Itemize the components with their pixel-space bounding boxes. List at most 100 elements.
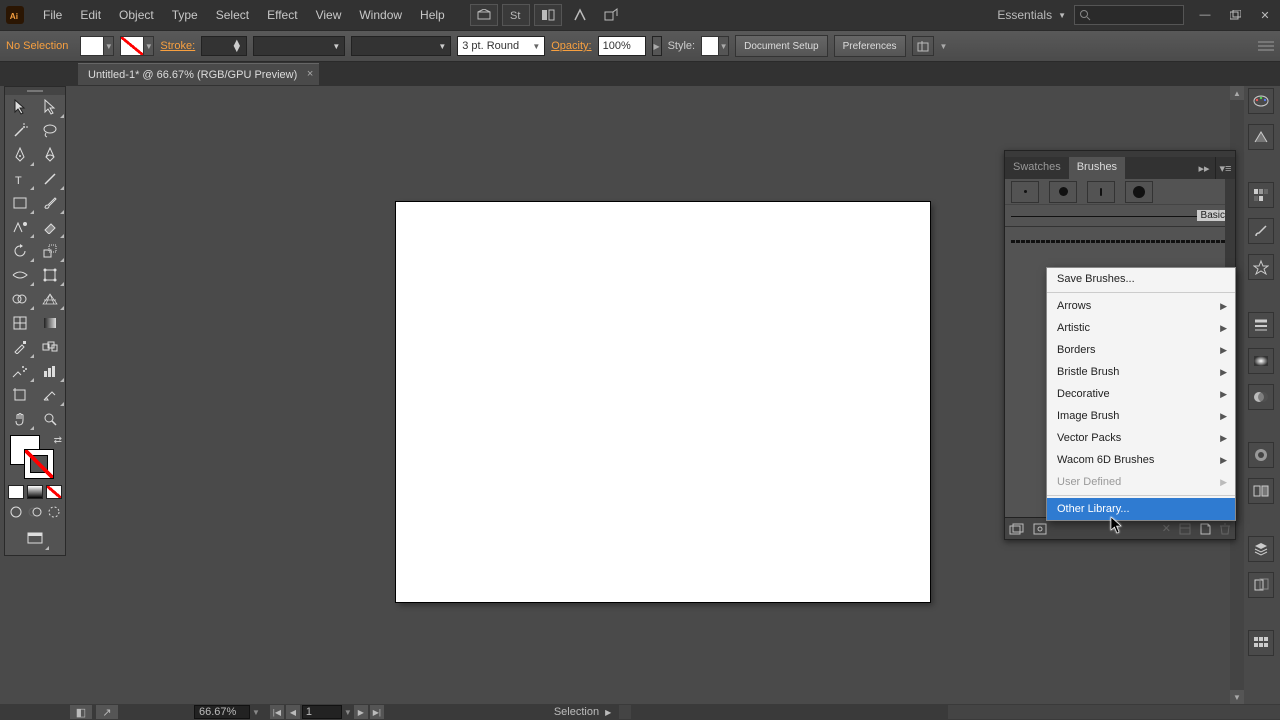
- horizontal-scrollbar[interactable]: [948, 705, 1268, 719]
- brush-basic-row[interactable]: Basic: [1005, 205, 1235, 227]
- workspace-switcher[interactable]: Essentials ▼: [997, 8, 1066, 22]
- swatches-panel-icon[interactable]: [1248, 182, 1274, 208]
- minimize-button[interactable]: —: [1190, 4, 1220, 26]
- rotate-tool[interactable]: [5, 239, 35, 263]
- draw-inside-icon[interactable]: [45, 503, 63, 521]
- flyout-other-library[interactable]: Other Library...: [1047, 498, 1235, 520]
- document-setup-button[interactable]: Document Setup: [735, 35, 828, 57]
- slice-tool[interactable]: [35, 383, 65, 407]
- tab-swatches[interactable]: Swatches: [1005, 157, 1069, 179]
- brush-definition[interactable]: ▼: [351, 36, 451, 56]
- menu-view[interactable]: View: [307, 4, 351, 26]
- direct-selection-tool[interactable]: [35, 95, 65, 119]
- color-mode-gradient[interactable]: [27, 485, 43, 499]
- artboard-dropdown-icon[interactable]: ▼: [344, 708, 352, 717]
- opacity-dropdown[interactable]: ▶: [652, 36, 662, 56]
- document-tab[interactable]: Untitled-1* @ 66.67% (RGB/GPU Preview) ×: [78, 63, 319, 85]
- selection-tool[interactable]: [5, 95, 35, 119]
- perspective-grid-tool[interactable]: [35, 287, 65, 311]
- flyout-artistic[interactable]: Artistic▶: [1047, 317, 1235, 339]
- libraries-panel-link-icon[interactable]: [1033, 523, 1047, 535]
- var-width-profile[interactable]: ▼: [253, 36, 345, 56]
- stroke-weight-input[interactable]: ▲▼: [201, 36, 247, 56]
- shaper-tool[interactable]: [5, 215, 35, 239]
- flyout-bristle-brush[interactable]: Bristle Brush▶: [1047, 361, 1235, 383]
- toolbox-grip[interactable]: [5, 87, 65, 95]
- menu-effect[interactable]: Effect: [258, 4, 306, 26]
- flyout-borders[interactable]: Borders▶: [1047, 339, 1235, 361]
- zoom-tool[interactable]: [35, 407, 65, 431]
- search-input[interactable]: [1074, 5, 1184, 25]
- status-export-icon[interactable]: ↗: [96, 705, 118, 719]
- rectangle-tool[interactable]: [5, 191, 35, 215]
- flyout-image-brush[interactable]: Image Brush▶: [1047, 405, 1235, 427]
- layers-panel-icon[interactable]: [1248, 536, 1274, 562]
- status-first-icon[interactable]: ◧: [70, 705, 92, 719]
- gradient-panel-icon[interactable]: [1248, 348, 1274, 374]
- brush-sample-row[interactable]: [1011, 233, 1229, 251]
- opacity-label[interactable]: Opacity:: [551, 40, 591, 52]
- stroke-swatch[interactable]: [120, 36, 144, 56]
- menu-object[interactable]: Object: [110, 4, 163, 26]
- close-button[interactable]: ✕: [1250, 4, 1280, 26]
- draw-behind-icon[interactable]: [26, 503, 44, 521]
- stroke-dropdown[interactable]: ▼: [144, 36, 154, 56]
- style-swatch[interactable]: [701, 36, 719, 56]
- graphic-styles-panel-icon[interactable]: [1248, 478, 1274, 504]
- color-guide-panel-icon[interactable]: [1248, 124, 1274, 150]
- status-menu-icon[interactable]: ▶: [605, 708, 611, 717]
- scale-tool[interactable]: [35, 239, 65, 263]
- delete-brush-icon[interactable]: [1219, 523, 1231, 535]
- color-mode-none[interactable]: [46, 485, 62, 499]
- brush-thumb-2[interactable]: [1049, 181, 1077, 203]
- line-tool[interactable]: [35, 167, 65, 191]
- panel-collapse-icon[interactable]: ▸▸: [1193, 157, 1215, 179]
- fill-swatch[interactable]: [80, 36, 104, 56]
- remove-stroke-icon[interactable]: ✕: [1162, 522, 1171, 535]
- fill-dropdown[interactable]: ▼: [104, 36, 114, 56]
- stroke-label[interactable]: Stroke:: [160, 40, 195, 52]
- magic-wand-tool[interactable]: [5, 119, 35, 143]
- style-dropdown[interactable]: ▼: [719, 36, 729, 56]
- symbols-panel-icon[interactable]: [1248, 254, 1274, 280]
- scroll-down-icon[interactable]: ▼: [1230, 690, 1244, 704]
- eyedropper-tool[interactable]: [5, 335, 35, 359]
- brush-preset[interactable]: 3 pt. Round▼: [457, 36, 545, 56]
- h-scroll-left-icon[interactable]: [619, 705, 631, 719]
- gradient-tool[interactable]: [35, 311, 65, 335]
- paintbrush-tool[interactable]: [35, 191, 65, 215]
- curvature-tool[interactable]: [35, 143, 65, 167]
- mesh-tool[interactable]: [5, 311, 35, 335]
- stock-icon[interactable]: St: [502, 4, 530, 26]
- menu-help[interactable]: Help: [411, 4, 454, 26]
- color-panel-icon[interactable]: [1248, 88, 1274, 114]
- appearance-panel-icon[interactable]: [1248, 442, 1274, 468]
- menu-type[interactable]: Type: [163, 4, 207, 26]
- blend-tool[interactable]: [35, 335, 65, 359]
- next-artboard-button[interactable]: ▶: [354, 705, 368, 719]
- close-tab-icon[interactable]: ×: [307, 68, 313, 80]
- brushes-panel-icon[interactable]: [1248, 218, 1274, 244]
- new-brush-icon[interactable]: [1199, 523, 1211, 535]
- zoom-level-input[interactable]: 66.67%: [194, 705, 250, 719]
- control-bar-menu-icon[interactable]: [1258, 38, 1274, 54]
- align-to-icon[interactable]: [912, 36, 934, 56]
- swap-fill-stroke-icon[interactable]: ⇄: [54, 435, 62, 446]
- brush-thumb-3[interactable]: [1087, 181, 1115, 203]
- last-artboard-button[interactable]: ▶|: [370, 705, 384, 719]
- bridge-icon[interactable]: [470, 4, 498, 26]
- artboard-tool[interactable]: [5, 383, 35, 407]
- flyout-arrows[interactable]: Arrows▶: [1047, 295, 1235, 317]
- flyout-decorative[interactable]: Decorative▶: [1047, 383, 1235, 405]
- stroke-panel-icon[interactable]: [1248, 312, 1274, 338]
- menu-window[interactable]: Window: [350, 4, 411, 26]
- type-tool[interactable]: T: [5, 167, 35, 191]
- fill-stroke-control[interactable]: ⇄: [6, 433, 64, 481]
- prev-artboard-button[interactable]: ◀: [286, 705, 300, 719]
- stroke-box[interactable]: [24, 449, 54, 479]
- artboards-panel-icon[interactable]: [1248, 572, 1274, 598]
- scroll-up-icon[interactable]: ▲: [1230, 86, 1244, 100]
- symbol-sprayer-tool[interactable]: [5, 359, 35, 383]
- column-graph-tool[interactable]: [35, 359, 65, 383]
- opacity-input[interactable]: 100%: [598, 36, 646, 56]
